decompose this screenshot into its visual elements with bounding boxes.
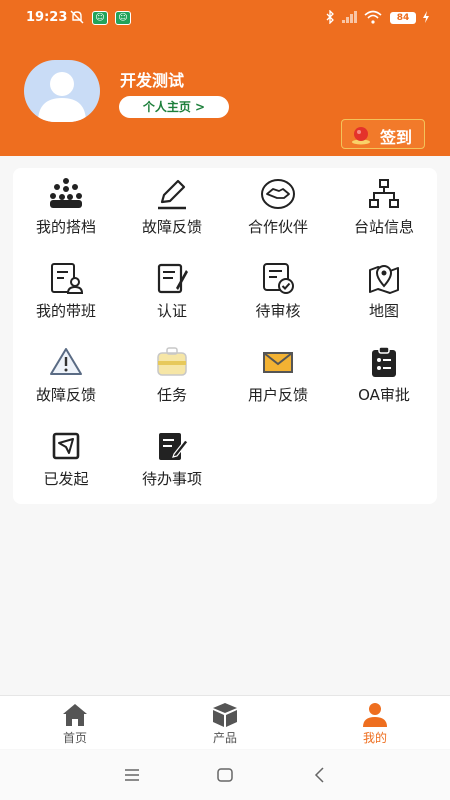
mail-icon	[263, 352, 293, 373]
back-icon[interactable]	[310, 765, 330, 785]
grid-item-label: 任务	[156, 386, 187, 404]
signal-icon	[342, 11, 357, 23]
grid-item-label: 地图	[368, 302, 399, 320]
avatar[interactable]	[24, 60, 100, 122]
grid-item-my-shift[interactable]: 我的带班	[13, 254, 119, 338]
nav-label: 我的	[362, 731, 387, 745]
checkin-button[interactable]: 签到	[341, 119, 425, 149]
todo-icon	[159, 433, 189, 460]
grid-item-label: 用户反馈	[247, 386, 308, 404]
wifi-icon	[364, 10, 382, 24]
home-icon	[63, 704, 87, 726]
grid-item-station-info[interactable]: 台站信息	[331, 170, 437, 254]
grid-item-label: 我的搭档	[35, 218, 96, 236]
person-icon	[363, 703, 387, 727]
grid-item-label: 我的带班	[35, 302, 96, 320]
grid-item-label: 待办事项	[141, 470, 202, 488]
charging-icon	[423, 11, 429, 23]
grid-item-my-partner[interactable]: 我的搭档	[13, 170, 119, 254]
grid-item-label: OA审批	[358, 386, 410, 404]
system-nav-bar	[0, 750, 450, 800]
user-avatar-icon	[38, 72, 86, 122]
grid-item-map[interactable]: 地图	[331, 254, 437, 338]
clipboard-icon	[372, 346, 396, 377]
certificate-icon	[157, 263, 188, 294]
pen-icon	[158, 179, 186, 210]
grid-item-user-feedback[interactable]: 用户反馈	[225, 338, 331, 422]
nav-label: 首页	[62, 731, 87, 745]
grid-item-oa-approval[interactable]: OA审批	[331, 338, 437, 422]
nav-products[interactable]: 产品	[150, 696, 300, 750]
grid-item-task[interactable]: 任务	[119, 338, 225, 422]
handshake-icon	[261, 179, 295, 209]
status-time: 19:23	[26, 10, 68, 25]
box-icon	[213, 703, 237, 727]
grid-item-label: 认证	[156, 302, 187, 320]
send-icon	[52, 432, 80, 460]
team-icon	[50, 178, 82, 208]
personal-home-button[interactable]: 个人主页 >	[119, 96, 229, 118]
home-square-icon[interactable]	[215, 765, 235, 785]
grid-item-todo[interactable]: 待办事项	[119, 422, 225, 506]
grid-item-label: 已发起	[43, 470, 89, 488]
checkin-label: 签到	[380, 128, 413, 147]
nav-label: 产品	[212, 731, 237, 745]
document-user-icon	[51, 263, 84, 294]
briefcase-icon	[157, 347, 187, 376]
grid-item-label: 台站信息	[353, 218, 414, 236]
grid-item-certification[interactable]: 认证	[119, 254, 225, 338]
grid-item-label: 故障反馈	[141, 218, 202, 236]
menu-icon[interactable]	[122, 765, 142, 785]
network-icon	[369, 179, 399, 208]
app-badge-icon: ☺	[92, 11, 108, 25]
feature-grid: 我的搭档 故障反馈 合作伙伴 台站信息 我的带班 认证 待审核 地图 故障反馈 …	[13, 168, 437, 504]
grid-item-partners[interactable]: 合作伙伴	[225, 170, 331, 254]
grid-item-fault-report[interactable]: 故障反馈	[119, 170, 225, 254]
nav-home[interactable]: 首页	[0, 696, 150, 750]
grid-item-label: 故障反馈	[35, 386, 96, 404]
app-badge-icon: ☺	[115, 11, 131, 25]
grid-item-fault-report-2[interactable]: 故障反馈	[13, 338, 119, 422]
battery-indicator: 84	[390, 12, 416, 24]
grid-item-label: 合作伙伴	[247, 218, 308, 236]
user-name: 开发测试	[120, 71, 185, 90]
grid-item-label: 待审核	[255, 302, 301, 320]
checkin-icon	[352, 127, 370, 145]
map-icon	[369, 265, 399, 294]
profile-header: 19:23 ☺ ☺ 84 开发测试 个人主页 > 签到	[0, 0, 450, 156]
mute-icon	[70, 10, 84, 24]
warning-icon	[50, 348, 82, 375]
grid-item-initiated[interactable]: 已发起	[13, 422, 119, 506]
bluetooth-icon	[326, 10, 334, 24]
nav-mine[interactable]: 我的	[300, 696, 450, 750]
bottom-nav: 首页 产品 我的	[0, 695, 450, 749]
grid-item-pending-review[interactable]: 待审核	[225, 254, 331, 338]
status-bar: 19:23 ☺ ☺ 84	[0, 0, 450, 36]
review-icon	[263, 263, 294, 294]
